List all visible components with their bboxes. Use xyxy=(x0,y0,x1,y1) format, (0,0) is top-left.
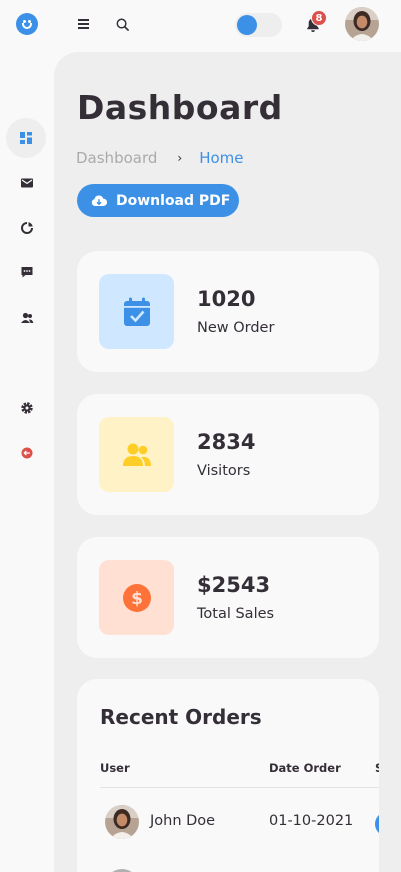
settings-icon xyxy=(21,402,33,414)
stat-card-total-sales: $ $2543 Total Sales xyxy=(77,537,379,658)
stat-label: Total Sales xyxy=(197,606,275,622)
team-icon xyxy=(21,312,34,323)
message-icon xyxy=(21,267,33,278)
order-date: 01-10-2021 xyxy=(269,813,354,829)
stat-label: Visitors xyxy=(197,463,251,479)
top-navbar: 8 xyxy=(0,0,401,52)
breadcrumb-dashboard[interactable]: Dashboard xyxy=(76,149,157,167)
breadcrumb: Dashboard › Home xyxy=(76,149,244,167)
breadcrumb-home[interactable]: Home xyxy=(199,149,243,167)
user-avatar xyxy=(105,805,139,839)
smile-logo-icon[interactable] xyxy=(16,13,38,35)
sidebar-item-analytics[interactable] xyxy=(8,209,46,247)
toggle-knob xyxy=(237,15,257,35)
recent-orders-title: Recent Orders xyxy=(100,705,262,729)
stat-icon-box xyxy=(99,274,174,349)
sidebar-item-team[interactable] xyxy=(8,299,46,337)
stat-label: New Order xyxy=(197,320,275,336)
stat-icon-box: $ xyxy=(99,560,174,635)
sidebar xyxy=(0,52,54,872)
table-divider xyxy=(100,787,379,788)
sidebar-item-settings[interactable] xyxy=(8,389,46,427)
sidebar-item-logout[interactable] xyxy=(8,434,46,472)
stat-icon-box xyxy=(99,417,174,492)
svg-text:$: $ xyxy=(131,589,143,609)
dollar-circle-icon: $ xyxy=(122,583,151,612)
mail-icon xyxy=(21,178,33,188)
profile-avatar[interactable] xyxy=(345,7,379,41)
sidebar-item-message[interactable] xyxy=(8,253,46,291)
notification-badge: 8 xyxy=(311,10,327,26)
order-status-badge xyxy=(375,812,379,836)
stat-value: 1020 xyxy=(197,287,256,311)
dark-mode-toggle[interactable] xyxy=(235,13,282,37)
stat-value: $2543 xyxy=(197,573,271,597)
download-label: Download PDF xyxy=(116,192,231,209)
column-header-status: S xyxy=(375,761,379,775)
sidebar-item-store[interactable] xyxy=(8,164,46,202)
cloud-download-icon xyxy=(91,195,107,206)
order-user-name: John Doe xyxy=(150,813,216,829)
logout-icon xyxy=(21,447,33,459)
calendar-check-icon xyxy=(123,297,150,326)
stat-card-new-order: 1020 New Order xyxy=(77,251,379,372)
analytics-icon xyxy=(21,222,33,234)
menu-icon[interactable] xyxy=(78,19,89,29)
group-icon xyxy=(122,443,151,466)
stat-value: 2834 xyxy=(197,430,256,454)
sidebar-item-dashboard[interactable] xyxy=(6,118,46,158)
column-header-date-order: Date Order xyxy=(269,761,341,775)
recent-orders-panel: Recent Orders User Date Order S John Doe… xyxy=(77,679,379,872)
stat-card-visitors: 2834 Visitors xyxy=(77,394,379,515)
chevron-right-icon: › xyxy=(177,151,183,165)
dashboard-icon xyxy=(20,132,32,144)
search-icon[interactable] xyxy=(116,18,129,31)
page-title: Dashboard xyxy=(77,88,283,127)
download-pdf-button[interactable]: Download PDF xyxy=(77,184,239,217)
column-header-user: User xyxy=(100,761,130,775)
main-content: Dashboard Dashboard › Home Download PDF … xyxy=(54,52,401,872)
